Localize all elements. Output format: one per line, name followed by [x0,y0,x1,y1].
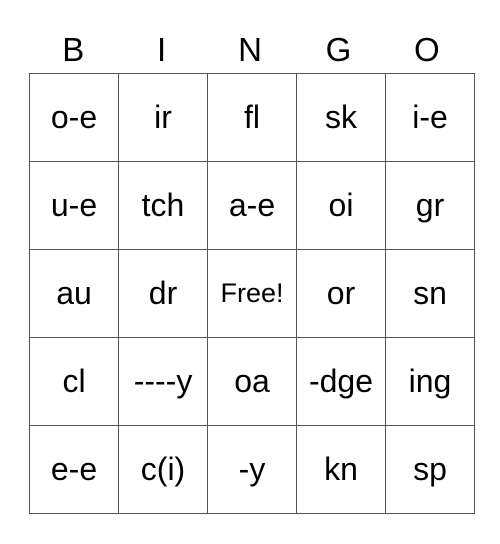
bingo-cell[interactable]: o-e [29,73,119,162]
bingo-cell[interactable]: a-e [207,161,297,250]
header-letter-o: O [413,31,440,68]
header-letter-b: B [62,31,85,68]
bingo-cell[interactable]: fl [207,73,297,162]
bingo-cell[interactable]: c(i) [118,425,208,514]
bingo-header: B I N G O [29,28,471,72]
bingo-row: o-e ir fl sk i-e [29,73,475,162]
bingo-cell[interactable]: tch [118,161,208,250]
bingo-row: au dr Free! or sn [29,249,475,338]
bingo-row: e-e c(i) -y kn sp [29,425,475,514]
bingo-cell[interactable]: -y [207,425,297,514]
bingo-cell[interactable]: kn [296,425,386,514]
bingo-row: cl ----y oa -dge ing [29,337,475,426]
bingo-cell[interactable]: dr [118,249,208,338]
bingo-cell[interactable]: ----y [118,337,208,426]
header-letter-g: G [325,31,352,68]
bingo-cell[interactable]: oi [296,161,386,250]
bingo-cell[interactable]: gr [385,161,475,250]
bingo-cell[interactable]: sn [385,249,475,338]
bingo-row: u-e tch a-e oi gr [29,161,475,250]
bingo-cell[interactable]: or [296,249,386,338]
bingo-cell[interactable]: sp [385,425,475,514]
header-letter-n: N [238,31,262,68]
bingo-cell[interactable]: ing [385,337,475,426]
bingo-card: o-e ir fl sk i-e u-e tch a-e oi gr au dr… [29,73,475,514]
bingo-cell[interactable]: ir [118,73,208,162]
bingo-cell[interactable]: i-e [385,73,475,162]
free-space-cell[interactable]: Free! [207,249,297,338]
bingo-cell[interactable]: e-e [29,425,119,514]
bingo-cell[interactable]: oa [207,337,297,426]
header-letter-i: I [157,31,167,68]
bingo-cell[interactable]: cl [29,337,119,426]
bingo-cell[interactable]: au [29,249,119,338]
bingo-cell[interactable]: u-e [29,161,119,250]
bingo-cell[interactable]: -dge [296,337,386,426]
bingo-cell[interactable]: sk [296,73,386,162]
